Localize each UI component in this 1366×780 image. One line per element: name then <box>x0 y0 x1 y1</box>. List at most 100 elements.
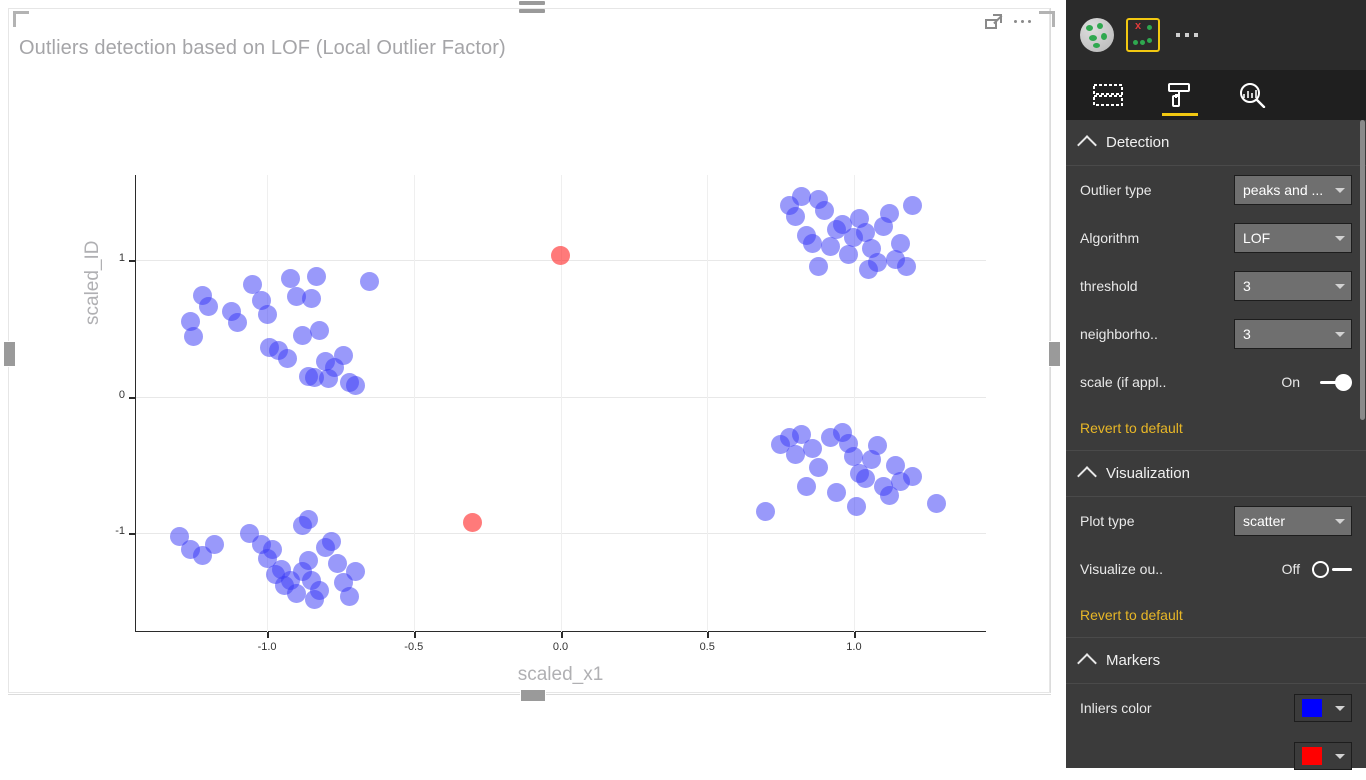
scale-if-applicable-state: On <box>1281 374 1300 390</box>
inlier-point[interactable] <box>327 554 347 574</box>
inlier-point[interactable] <box>307 266 327 286</box>
inlier-point[interactable] <box>263 540 283 560</box>
inlier-point[interactable] <box>298 551 318 571</box>
revert-to-default-visualization[interactable]: Revert to default <box>1066 593 1366 637</box>
plot-type-dropdown[interactable]: scatter <box>1234 506 1352 536</box>
scale-if-applicable-switch[interactable] <box>1312 373 1352 391</box>
visualize-outliers-label: Visualize ou.. <box>1080 561 1164 577</box>
inlier-point[interactable] <box>797 477 817 497</box>
outlier-detection-visual-icon[interactable]: x <box>1126 18 1160 52</box>
chevron-down-icon <box>1334 753 1345 759</box>
more-options-icon[interactable] <box>1014 13 1031 29</box>
section-header-markers[interactable]: Markers <box>1066 638 1366 684</box>
inliers-color-swatch <box>1301 699 1322 717</box>
inlier-point[interactable] <box>856 469 876 489</box>
globe-visual-icon[interactable] <box>1080 18 1114 52</box>
row-neighborhood: neighborho.. 3 <box>1066 310 1366 358</box>
inlier-point[interactable] <box>298 510 318 530</box>
section-header-visualization[interactable]: Visualization <box>1066 451 1366 497</box>
inlier-point[interactable] <box>820 236 840 256</box>
inlier-point[interactable] <box>897 257 917 277</box>
chevron-down-icon <box>1335 331 1345 337</box>
x-tick-label: 0.5 <box>699 641 715 653</box>
inlier-point[interactable] <box>281 269 301 289</box>
revert-to-default-detection[interactable]: Revert to default <box>1066 406 1366 450</box>
chevron-down-icon <box>1334 705 1345 711</box>
section-header-detection[interactable]: Detection <box>1066 120 1366 166</box>
inlier-point[interactable] <box>838 244 858 264</box>
inlier-point[interactable] <box>257 305 277 325</box>
chevron-up-icon <box>1077 465 1097 486</box>
plot-type-label: Plot type <box>1080 513 1135 529</box>
y-tick <box>129 259 135 262</box>
focus-mode-icon[interactable] <box>985 13 1003 29</box>
outlier-visual-container[interactable]: Outliers detection based on LOF (Local O… <box>8 8 1055 693</box>
outlier-point[interactable] <box>462 513 482 533</box>
neighborhood-dropdown[interactable]: 3 <box>1234 319 1352 349</box>
inlier-point[interactable] <box>184 326 204 346</box>
inlier-point[interactable] <box>198 296 218 316</box>
inlier-point[interactable] <box>809 257 829 277</box>
inlier-point[interactable] <box>228 313 248 333</box>
scale-if-applicable-label: scale (if appl.. <box>1080 374 1167 390</box>
analytics-tab[interactable] <box>1232 70 1272 120</box>
outlier-type-dropdown[interactable]: peaks and ... <box>1234 175 1352 205</box>
inlier-point[interactable] <box>809 458 829 478</box>
threshold-dropdown[interactable]: 3 <box>1234 271 1352 301</box>
inliers-color-label: Inliers color <box>1080 700 1152 716</box>
inlier-point[interactable] <box>204 534 224 554</box>
outliers-color-picker[interactable] <box>1294 742 1352 770</box>
inlier-point[interactable] <box>785 206 805 226</box>
chevron-down-icon <box>1335 283 1345 289</box>
inlier-point[interactable] <box>292 325 312 345</box>
visual-drag-handle-top[interactable] <box>519 1 545 17</box>
visualize-outliers-switch[interactable] <box>1312 560 1352 578</box>
visual-header-actions <box>985 13 1031 29</box>
outliers-color-swatch <box>1301 747 1322 765</box>
inlier-point[interactable] <box>867 436 887 456</box>
algorithm-dropdown[interactable]: LOF <box>1234 223 1352 253</box>
outlier-point[interactable] <box>551 246 570 266</box>
more-visuals-icon[interactable] <box>1176 33 1198 37</box>
format-pane-scrollbar[interactable] <box>1360 120 1365 420</box>
resize-handle-right[interactable] <box>1048 341 1061 367</box>
inlier-point[interactable] <box>903 195 923 215</box>
inlier-point[interactable] <box>278 348 298 368</box>
resize-handle-bottom[interactable] <box>520 689 546 702</box>
inlier-point[interactable] <box>826 482 846 502</box>
inlier-point[interactable] <box>345 376 365 396</box>
inlier-point[interactable] <box>785 444 805 464</box>
inlier-point[interactable] <box>903 466 923 486</box>
scale-if-applicable-toggle-group: On <box>1281 373 1352 391</box>
inlier-point[interactable] <box>891 233 911 253</box>
resize-handle-left[interactable] <box>3 341 16 367</box>
format-pane-body: Detection Outlier type peaks and ... Algori… <box>1066 120 1366 780</box>
visual-title: Outliers detection based on LOF (Local O… <box>19 37 506 59</box>
inlier-point[interactable] <box>926 493 946 513</box>
plot-axes: scaled_ID scaled_x1 1 0 -1 -1.0 -0.5 0.0 0.5 1.… <box>82 175 986 685</box>
inlier-point[interactable] <box>322 532 342 552</box>
x-tick <box>707 632 710 638</box>
outlier-type-value: peaks and ... <box>1243 182 1324 198</box>
inlier-point[interactable] <box>803 233 823 253</box>
inlier-point[interactable] <box>301 288 321 308</box>
inlier-point[interactable] <box>756 502 776 522</box>
format-tab[interactable] <box>1160 70 1200 120</box>
inlier-point[interactable] <box>345 562 365 582</box>
algorithm-label: Algorithm <box>1080 230 1140 246</box>
inlier-point[interactable] <box>310 321 330 341</box>
inlier-point[interactable] <box>360 272 380 292</box>
outlier-type-label: Outlier type <box>1080 182 1152 198</box>
inlier-point[interactable] <box>310 581 330 601</box>
inliers-color-picker[interactable] <box>1294 694 1352 722</box>
inlier-point[interactable] <box>333 346 353 366</box>
inlier-point[interactable] <box>339 586 359 606</box>
inlier-point[interactable] <box>847 496 867 516</box>
fields-tab[interactable] <box>1088 70 1128 120</box>
inlier-point[interactable] <box>791 187 811 207</box>
inlier-point[interactable] <box>879 203 899 223</box>
inlier-point[interactable] <box>803 439 823 459</box>
inlier-point[interactable] <box>815 201 835 221</box>
inlier-point[interactable] <box>859 259 879 279</box>
inlier-point[interactable] <box>286 584 306 604</box>
